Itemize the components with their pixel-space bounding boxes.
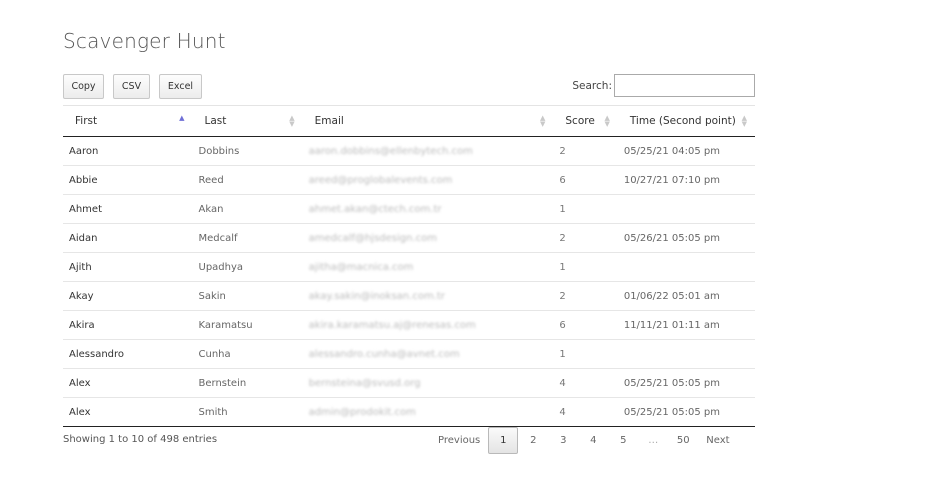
cell-last: Smith [192,397,303,427]
cell-time: 10/27/21 07:10 pm [617,165,755,195]
cell-time: 05/25/21 04:05 pm [617,136,755,166]
table-row: Aaron Dobbins aaron.dobbins@ellenbytech.… [63,136,755,166]
cell-first: Ahmet [63,194,193,224]
cell-first: Akira [63,310,193,340]
table-header-row: First ▲▼ Last ▲▼ Email ▲▼ Score ▲▼ Time … [63,105,755,137]
page-button-1[interactable]: 1 [488,427,519,454]
page-button-3[interactable]: 3 [548,427,578,454]
cell-time: 05/25/21 05:05 pm [617,397,755,427]
copy-button[interactable]: Copy [63,74,104,99]
cell-score: 1 [553,339,618,369]
cell-time: 05/25/21 05:05 pm [617,368,755,398]
page-title: Scavenger Hunt [63,29,226,53]
cell-first: Aaron [63,136,193,166]
search-input[interactable] [614,74,755,97]
column-header-time[interactable]: Time (Second point) ▲ ▼ [617,105,755,137]
cell-time [617,194,755,224]
search-label: Search: [572,79,612,92]
cell-email: akay.sakin@inoksan.com.tr [302,281,554,311]
cell-score: 1 [553,194,618,224]
cell-first: Alex [63,368,193,398]
table-row: Ahmet Akan ahmet.akan@ctech.com.tr 1 [63,194,755,224]
sort-icon: ▲ ▼ [741,114,747,128]
cell-score: 2 [553,136,618,166]
cell-first: Alex [63,397,193,427]
table-row: Alex Smith admin@prodokit.com 4 05/25/21… [63,397,755,427]
sort-icon: ▲ ▼ [289,114,295,128]
csv-button[interactable]: CSV [113,74,150,99]
cell-last: Bernstein [192,368,303,398]
cell-score: 4 [553,368,618,398]
sort-icon: ▲ ▼ [604,114,610,128]
table-row: Alex Bernstein bernsteina@svusd.org 4 05… [63,368,755,398]
cell-time: 01/06/22 05:01 am [617,281,755,311]
page-button-4[interactable]: 4 [578,427,608,454]
table-row: Aidan Medcalf amedcalf@hjsdesign.com 2 0… [63,223,755,253]
cell-email: ahmet.akan@ctech.com.tr [302,194,554,224]
table-row: Abbie Reed areed@proglobalevents.com 6 1… [63,165,755,195]
pagination: Previous 1 2 3 4 5 … 50 Next [430,427,738,454]
cell-email: alessandro.cunha@avnet.com [302,339,554,369]
cell-time: 11/11/21 01:11 am [617,310,755,340]
cell-last: Reed [192,165,303,195]
cell-first: Aidan [63,223,193,253]
cell-time [617,339,755,369]
page-button-2[interactable]: 2 [518,427,548,454]
cell-score: 4 [553,397,618,427]
cell-score: 2 [553,281,618,311]
cell-email: admin@prodokit.com [302,397,554,427]
table-row: Akay Sakin akay.sakin@inoksan.com.tr 2 0… [63,281,755,311]
table-row: Ajith Upadhya ajitha@macnica.com 1 [63,252,755,282]
excel-button[interactable]: Excel [159,74,202,99]
column-header-first[interactable]: First ▲▼ [63,105,193,137]
cell-last: Sakin [192,281,303,311]
cell-score: 6 [553,165,618,195]
cell-first: Akay [63,281,193,311]
cell-last: Upadhya [192,252,303,282]
cell-last: Karamatsu [192,310,303,340]
page-button-5[interactable]: 5 [608,427,638,454]
cell-time [617,252,755,282]
cell-last: Akan [192,194,303,224]
cell-email: akira.karamatsu.aj@renesas.com [302,310,554,340]
cell-email: ajitha@macnica.com [302,252,554,282]
table-body: Aaron Dobbins aaron.dobbins@ellenbytech.… [63,136,755,427]
sort-icon: ▲ ▼ [539,114,546,128]
cell-email: areed@proglobalevents.com [302,165,554,195]
column-header-email[interactable]: Email ▲ ▼ [302,105,554,137]
cell-time: 05/26/21 05:05 pm [617,223,755,253]
search-box: Search: [572,74,755,97]
pagination-ellipsis: … [648,435,659,446]
page: Scavenger Hunt Copy CSV Excel Search: Fi… [0,0,933,492]
cell-score: 1 [553,252,618,282]
previous-page-button[interactable]: Previous [430,427,488,454]
table-info: Showing 1 to 10 of 498 entries [63,434,218,445]
cell-score: 6 [553,310,618,340]
cell-email: aaron.dobbins@ellenbytech.com [302,136,554,166]
cell-email: bernsteina@svusd.org [302,368,554,398]
export-toolbar: Copy CSV Excel [63,74,202,99]
cell-last: Cunha [192,339,303,369]
sort-ascending-icon: ▲▼ [179,114,185,122]
cell-score: 2 [553,223,618,253]
cell-first: Alessandro [63,339,193,369]
table-row: Alessandro Cunha alessandro.cunha@avnet.… [63,339,755,369]
page-button-50[interactable]: 50 [668,427,698,454]
column-header-score[interactable]: Score ▲ ▼ [553,105,618,137]
cell-last: Dobbins [192,136,303,166]
entries-table: First ▲▼ Last ▲▼ Email ▲▼ Score ▲▼ Time … [63,105,755,427]
table-row: Akira Karamatsu akira.karamatsu.aj@renes… [63,310,755,340]
cell-first: Ajith [63,252,193,282]
next-page-button[interactable]: Next [698,427,737,454]
cell-first: Abbie [63,165,193,195]
column-header-last[interactable]: Last ▲ ▼ [192,105,303,137]
cell-last: Medcalf [192,223,303,253]
cell-email: amedcalf@hjsdesign.com [302,223,554,253]
